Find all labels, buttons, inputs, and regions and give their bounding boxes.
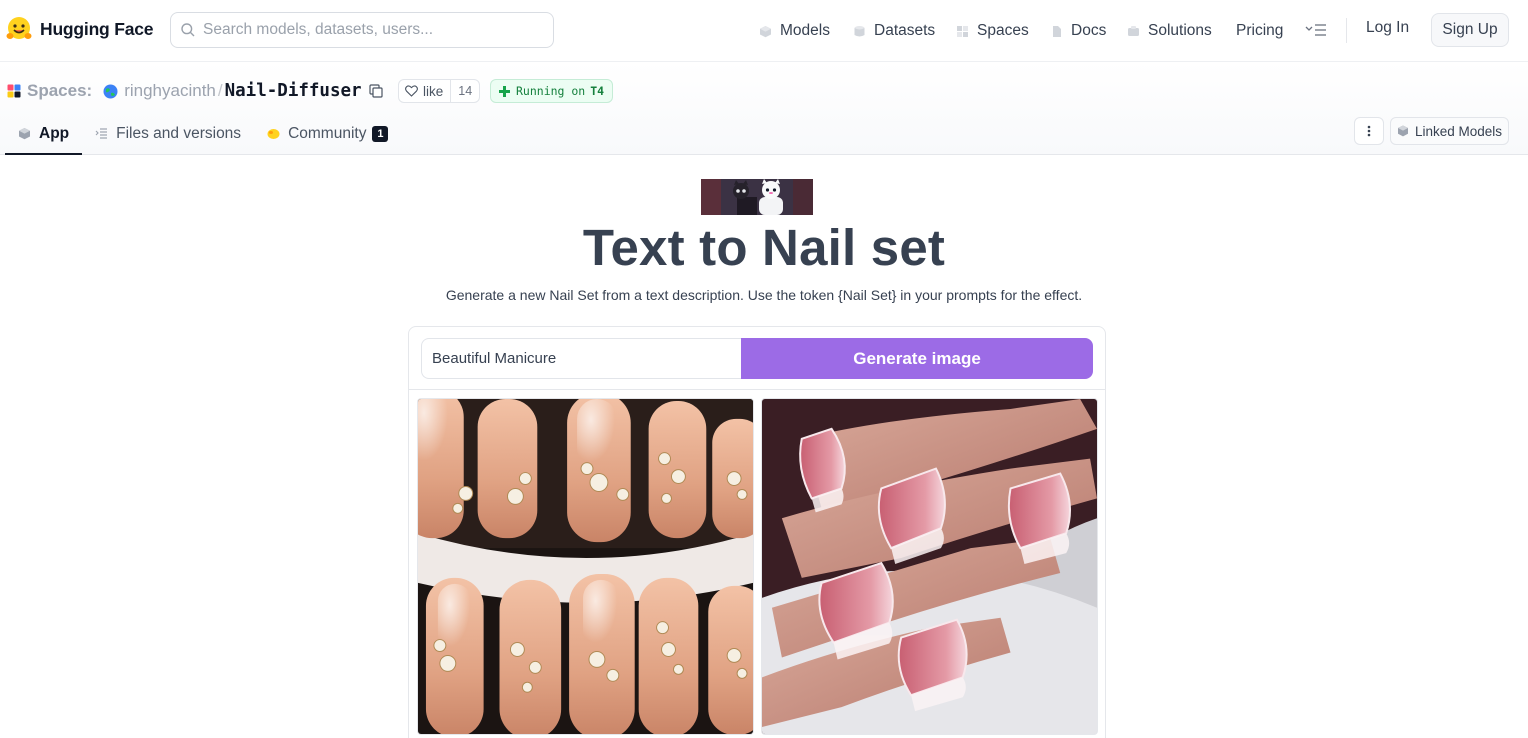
linked-models-label: Linked Models [1414,123,1503,139]
nav-datasets-label: Datasets [874,22,936,39]
breadcrumb: Spaces: ringhyacinth / Nail-Diffuser [7,78,383,104]
tab-app[interactable]: App [5,114,83,155]
search-box[interactable] [170,12,554,48]
search-input[interactable] [203,13,543,47]
space-tabs: App Files and versions Community 1 [5,114,401,155]
tab-files[interactable]: Files and versions [82,114,254,155]
like-button[interactable]: like 14 [398,79,481,103]
breadcrumb-separator: / [217,81,223,100]
linked-models-icon [1397,125,1408,137]
prompt-input[interactable] [421,338,743,379]
like-count[interactable]: 14 [451,84,479,98]
app-description: Generate a new Nail Set from a text desc… [445,287,1083,303]
datasets-icon [854,25,865,36]
nav-models-label: Models [780,22,830,39]
tab-files-label: Files and versions [116,124,242,142]
hf-logo-icon [6,17,32,39]
like-toggle[interactable]: like [399,80,452,102]
tab-app-label: App [39,124,70,142]
copy-icon[interactable] [368,84,383,98]
generated-image-1[interactable] [417,398,754,735]
prompt-row: Generate image [409,327,1105,390]
linked-models-button[interactable]: Linked Models [1390,117,1509,145]
app-icon [19,128,30,140]
tab-community-label: Community [288,124,367,142]
tab-community[interactable]: Community 1 [254,114,401,155]
nav-docs-label: Docs [1071,22,1107,39]
solutions-icon [1128,25,1139,36]
globe-icon [103,84,118,98]
search-icon [181,23,195,37]
spaces-icon [957,25,968,37]
brand-link[interactable]: Hugging Face [5,15,154,43]
models-icon [760,25,771,37]
nav-docs[interactable]: Docs [1050,19,1106,43]
nav-spaces[interactable]: Spaces [956,19,1029,43]
plus-icon [499,85,510,97]
brand-name: Hugging Face [40,18,154,39]
files-icon [95,128,108,139]
nav-models[interactable]: Models [759,19,830,43]
space-header: Spaces: ringhyacinth / Nail-Diffuser lik… [0,62,1528,155]
hardware-label: T4 [590,84,605,98]
community-icon [267,129,280,139]
like-label: like [423,83,444,99]
more-options-button[interactable] [1354,117,1384,145]
signup-button[interactable]: Sign Up [1431,13,1509,47]
docs-icon [1053,25,1061,37]
app-title: Text to Nail set [582,219,946,276]
repo-name[interactable]: Nail-Diffuser [225,81,362,101]
generate-image-button[interactable]: Generate image [741,338,1093,379]
nav-pricing[interactable]: Pricing [1236,19,1283,43]
more-icon [1367,125,1371,137]
top-nav: Hugging Face Models Datasets Spaces Docs… [0,0,1528,62]
menu-icon[interactable] [1305,21,1327,39]
spaces-grid-icon [7,84,21,98]
community-count-badge: 1 [372,125,389,142]
status-badge[interactable]: Running on T4 [490,79,614,103]
owner-link[interactable]: ringhyacinth [124,81,216,101]
spaces-label[interactable]: Spaces: [27,81,92,101]
login-link[interactable]: Log In [1366,19,1409,37]
nav-spaces-label: Spaces [977,22,1029,39]
nav-solutions-label: Solutions [1148,22,1212,39]
status-text: Running on [516,84,586,98]
app-panel: Generate image [408,326,1106,738]
nav-solutions[interactable]: Solutions [1127,19,1212,43]
heart-icon [405,85,418,97]
nav-pricing-label: Pricing [1236,22,1284,39]
banner-image [701,179,813,215]
generated-image-2[interactable] [761,398,1098,735]
nav-divider [1346,18,1347,43]
nav-datasets[interactable]: Datasets [853,19,935,43]
